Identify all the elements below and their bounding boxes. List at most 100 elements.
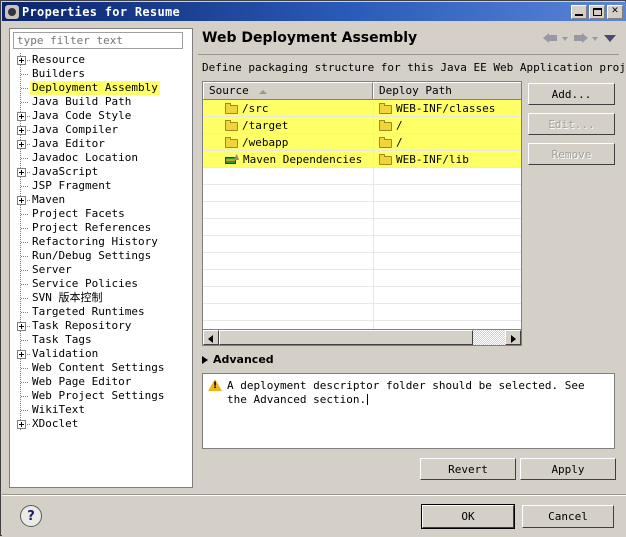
- tree-connector-icon: [16, 263, 32, 277]
- expand-icon[interactable]: [16, 193, 32, 207]
- table-row-empty[interactable]: [203, 236, 521, 253]
- close-button[interactable]: ✕: [607, 4, 623, 19]
- advanced-section-toggle[interactable]: Advanced: [202, 353, 274, 366]
- add-button-label: Add...: [551, 87, 592, 101]
- forward-arrow-icon[interactable]: [573, 32, 588, 45]
- cell-empty: [203, 253, 374, 269]
- expand-icon[interactable]: [16, 109, 32, 123]
- text-caret: [367, 394, 369, 405]
- expand-icon[interactable]: [16, 347, 32, 361]
- cell-empty: [203, 202, 374, 218]
- minimize-button[interactable]: [571, 4, 587, 19]
- expand-icon[interactable]: [16, 165, 32, 179]
- table-row-empty[interactable]: [203, 304, 521, 321]
- expand-icon[interactable]: [16, 123, 32, 137]
- cell-deploy-path-label: /: [396, 118, 403, 132]
- apply-button[interactable]: Apply: [520, 458, 616, 480]
- cell-empty: [203, 304, 374, 320]
- help-button[interactable]: ?: [20, 505, 42, 527]
- sidebar-item-label: Run/Debug Settings: [32, 249, 152, 262]
- back-arrow-icon[interactable]: [543, 32, 558, 45]
- tree-connector-icon: [16, 179, 32, 193]
- tree-connector-icon: [16, 151, 32, 165]
- sidebar-item-java-build-path[interactable]: Java Build Path: [10, 95, 192, 109]
- sidebar-item-project-references[interactable]: Project References: [10, 221, 192, 235]
- sidebar-item-task-repository[interactable]: Task Repository: [10, 319, 192, 333]
- sidebar-item-xdoclet[interactable]: XDoclet: [10, 417, 192, 431]
- sidebar-item-jsp-fragment[interactable]: JSP Fragment: [10, 179, 192, 193]
- sidebar-item-resource[interactable]: Resource: [10, 53, 192, 67]
- table-row-empty[interactable]: [203, 253, 521, 270]
- revert-button[interactable]: Revert: [420, 458, 516, 480]
- sidebar-item-label: SVN 版本控制: [32, 291, 103, 304]
- sidebar-item-web-content-settings[interactable]: Web Content Settings: [10, 361, 192, 375]
- folder-icon: [379, 136, 392, 148]
- sidebar-item-javadoc-location[interactable]: Javadoc Location: [10, 151, 192, 165]
- sidebar-item-label: Refactoring History: [32, 235, 158, 248]
- page-title: Web Deployment Assembly: [202, 30, 418, 46]
- tree-connector-icon: [16, 403, 32, 417]
- table-row-empty[interactable]: [203, 287, 521, 304]
- cancel-button[interactable]: Cancel: [522, 505, 614, 528]
- sidebar-item-server[interactable]: Server: [10, 263, 192, 277]
- cell-deploy-path: WEB-INF/lib: [374, 151, 521, 167]
- main-pane: Web Deployment Assembly Define packaging…: [198, 28, 626, 488]
- sidebar-item-deployment-assembly[interactable]: Deployment Assembly: [10, 81, 192, 95]
- tree-connector-icon: [16, 375, 32, 389]
- ok-button[interactable]: OK: [421, 504, 515, 529]
- sidebar-item-label: Targeted Runtimes: [32, 305, 145, 318]
- sidebar-item-refactoring-history[interactable]: Refactoring History: [10, 235, 192, 249]
- sidebar-item-web-project-settings[interactable]: Web Project Settings: [10, 389, 192, 403]
- expand-icon[interactable]: [16, 319, 32, 333]
- table-row[interactable]: /webapp /: [203, 134, 521, 151]
- add-button[interactable]: Add...: [528, 83, 615, 105]
- sidebar-item-svn[interactable]: SVN 版本控制: [10, 291, 192, 305]
- sidebar-item-validation[interactable]: Validation: [10, 347, 192, 361]
- expand-icon[interactable]: [16, 417, 32, 431]
- sidebar-item-javascript[interactable]: JavaScript: [10, 165, 192, 179]
- sidebar-item-label: Task Repository: [32, 319, 132, 332]
- sidebar-item-targeted-runtimes[interactable]: Targeted Runtimes: [10, 305, 192, 319]
- table-row-empty[interactable]: [203, 168, 521, 185]
- sidebar-item-task-tags[interactable]: Task Tags: [10, 333, 192, 347]
- scroll-right-button[interactable]: [505, 330, 521, 345]
- folder-icon: [225, 136, 238, 148]
- sidebar-item-java-code-style[interactable]: Java Code Style: [10, 109, 192, 123]
- sidebar-item-web-page-editor[interactable]: Web Page Editor: [10, 375, 192, 389]
- sidebar-item-java-compiler[interactable]: Java Compiler: [10, 123, 192, 137]
- cell-source: /webapp: [203, 134, 374, 150]
- column-header-deploy-path[interactable]: Deploy Path: [373, 82, 521, 99]
- table-row[interactable]: /src WEB-INF/classes: [203, 100, 521, 117]
- sidebar-item-wikitext[interactable]: WikiText: [10, 403, 192, 417]
- scroll-left-button[interactable]: [203, 330, 219, 345]
- table-row-empty[interactable]: [203, 202, 521, 219]
- table-row-empty[interactable]: [203, 185, 521, 202]
- folder-icon: [225, 102, 238, 114]
- forward-dropdown-icon[interactable]: [591, 32, 600, 45]
- back-dropdown-icon[interactable]: [561, 32, 570, 45]
- sidebar-item-builders[interactable]: Builders: [10, 67, 192, 81]
- column-header-source[interactable]: Source: [203, 82, 373, 99]
- title-bar: Properties for Resume ✕: [2, 2, 626, 21]
- expand-icon[interactable]: [16, 53, 32, 67]
- sidebar-item-label: Service Policies: [32, 277, 138, 290]
- filter-input[interactable]: [13, 32, 183, 49]
- scrollbar-thumb[interactable]: [219, 330, 473, 345]
- maximize-button[interactable]: [589, 4, 605, 19]
- scrollbar-track[interactable]: [219, 330, 505, 345]
- sidebar-item-project-facets[interactable]: Project Facets: [10, 207, 192, 221]
- sidebar-item-maven[interactable]: Maven: [10, 193, 192, 207]
- cell-empty: [374, 236, 521, 252]
- sidebar-item-label: Java Compiler: [32, 123, 119, 136]
- table-horizontal-scrollbar[interactable]: [203, 329, 521, 345]
- table-row[interactable]: /target /: [203, 117, 521, 134]
- table-row[interactable]: Maven Dependencies WEB-INF/lib: [203, 151, 521, 168]
- table-row-empty[interactable]: [203, 219, 521, 236]
- sidebar-item-service-policies[interactable]: Service Policies: [10, 277, 192, 291]
- sidebar-item-java-editor[interactable]: Java Editor: [10, 137, 192, 151]
- table-row-empty[interactable]: [203, 270, 521, 287]
- view-menu-icon[interactable]: [603, 32, 617, 45]
- dialog-content: ResourceBuildersDeployment AssemblyJava …: [2, 21, 626, 537]
- expand-icon[interactable]: [16, 137, 32, 151]
- sidebar-item-run-debug-settings[interactable]: Run/Debug Settings: [10, 249, 192, 263]
